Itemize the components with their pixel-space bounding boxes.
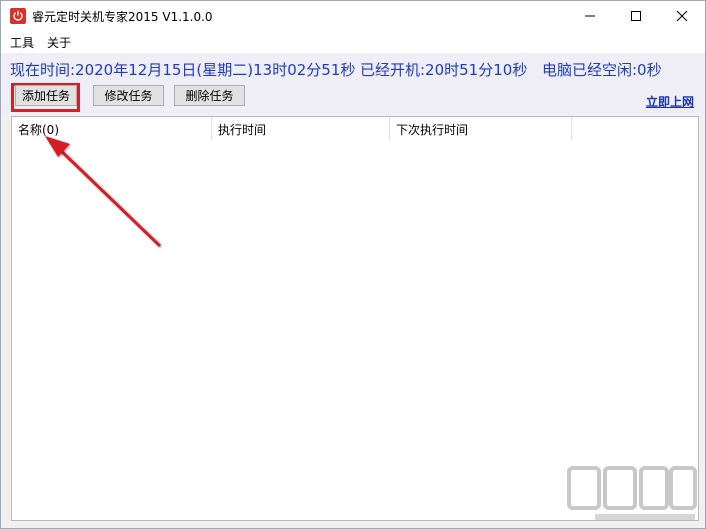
title-bar: 睿元定时关机专家2015 V1.1.0.0 (1, 1, 705, 31)
minimize-icon (585, 15, 595, 17)
window-title: 睿元定时关机专家2015 V1.1.0.0 (32, 10, 213, 24)
power-icon (10, 8, 26, 24)
close-button[interactable] (659, 1, 705, 31)
maximize-button[interactable] (613, 1, 659, 31)
task-list[interactable]: 名称(0) 执行时间 下次执行时间 (11, 116, 699, 521)
go-online-link[interactable]: 立即上网 (646, 93, 694, 110)
uptime-text: 已经开机:20时51分10秒 (360, 61, 528, 79)
column-blank (572, 117, 698, 140)
edit-task-button[interactable]: 修改任务 (93, 85, 164, 106)
column-execute-time[interactable]: 执行时间 (212, 117, 390, 140)
app-window: 睿元定时关机专家2015 V1.1.0.0 工具 关于 现在时间:2020年12… (0, 0, 706, 529)
column-next-time[interactable]: 下次执行时间 (390, 117, 572, 140)
add-task-button[interactable]: 添加任务 (15, 85, 77, 106)
status-bar: 现在时间:2020年12月15日(星期二)13时02分51秒 已经开机:20时5… (1, 53, 705, 83)
toolbar: 添加任务 修改任务 删除任务 立即上网 (1, 83, 705, 115)
current-time-text: 现在时间:2020年12月15日(星期二)13时02分51秒 (10, 61, 356, 79)
list-header: 名称(0) 执行时间 下次执行时间 (12, 117, 698, 140)
maximize-icon (631, 11, 641, 21)
minimize-button[interactable] (567, 1, 613, 31)
column-name[interactable]: 名称(0) (12, 117, 212, 140)
close-icon (676, 10, 688, 22)
menu-about[interactable]: 关于 (47, 34, 71, 51)
delete-task-button[interactable]: 删除任务 (174, 85, 245, 106)
menu-tools[interactable]: 工具 (10, 34, 34, 51)
menu-bar: 工具 关于 (1, 31, 705, 53)
idle-time-text: 电脑已经空闲:0秒 (542, 61, 662, 79)
